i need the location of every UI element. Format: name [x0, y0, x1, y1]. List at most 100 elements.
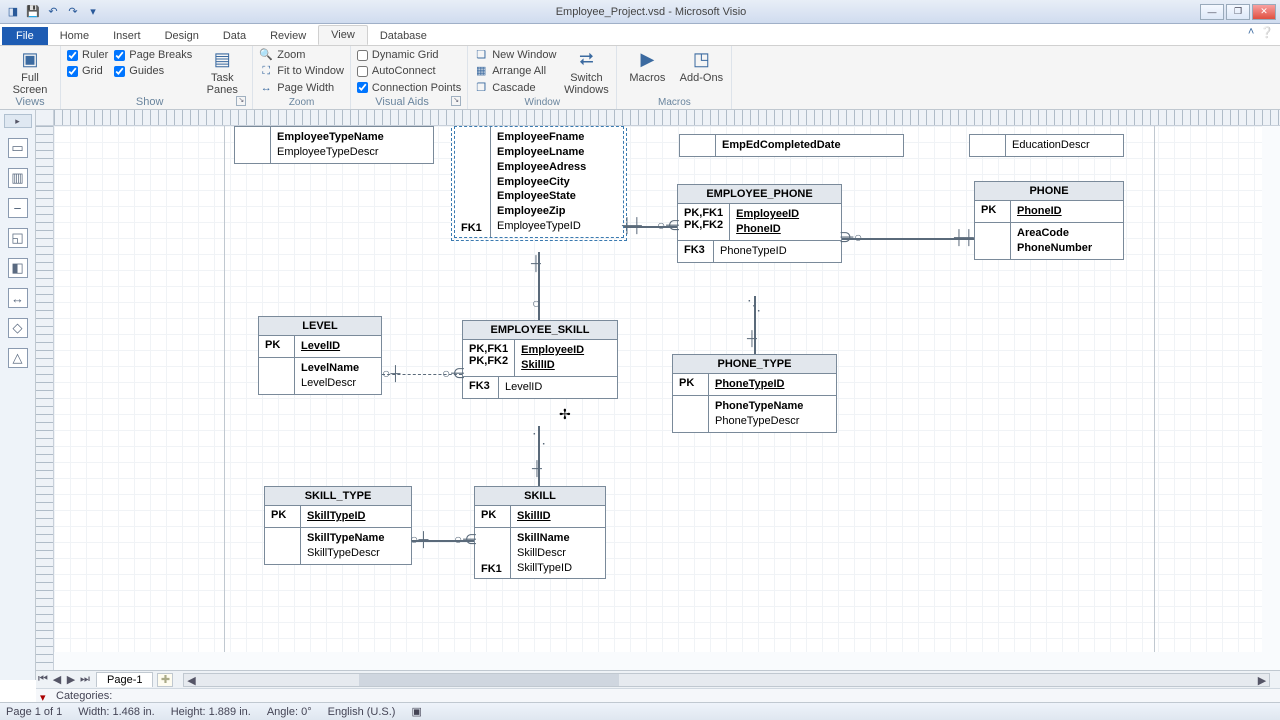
undo-icon[interactable]: ↶ — [44, 3, 62, 21]
field: SkillTypeDescr — [307, 546, 405, 561]
field: EmployeeAdress — [497, 160, 617, 175]
field: EmpEdCompletedDate — [722, 138, 897, 153]
switch-windows-button[interactable]: ⮂Switch Windows — [562, 48, 610, 96]
tab-design[interactable]: Design — [153, 27, 211, 45]
field: LevelDescr — [301, 376, 375, 391]
group-label: Macros — [623, 97, 725, 109]
arrange-icon: ▦ — [474, 64, 488, 78]
key-label: PK,FK2 — [469, 355, 508, 367]
ruler-checkbox[interactable]: Ruler — [67, 48, 108, 62]
drawing-canvas[interactable]: EmployeeTypeName EmployeeTypeDescr FK1 E… — [54, 126, 1262, 652]
entity-skill[interactable]: SKILL PKSkillID FK1 SkillName SkillDescr… — [474, 486, 606, 579]
prev-page-icon[interactable]: ◀ — [50, 673, 64, 687]
page-tab[interactable]: Page-1 — [96, 672, 153, 687]
addons-button[interactable]: ◳Add-Ons — [677, 48, 725, 84]
page-breaks-checkbox[interactable]: Page Breaks — [114, 48, 192, 62]
connection-points-checkbox[interactable]: Connection Points — [357, 81, 461, 95]
field: SkillID — [517, 509, 599, 524]
dynamic-grid-checkbox[interactable]: Dynamic Grid — [357, 48, 461, 62]
field: EducationDescr — [1012, 138, 1117, 153]
help-icons: ˄ ❔ — [1248, 26, 1274, 39]
entity-skill-type[interactable]: SKILL_TYPE PKSkillTypeID SkillTypeName S… — [264, 486, 412, 565]
help-icon[interactable]: ❔ — [1260, 26, 1274, 39]
entity-level[interactable]: LEVEL PKLevelID LevelName LevelDescr — [258, 316, 382, 395]
save-icon[interactable]: 💾 — [24, 3, 42, 21]
field: SkillDescr — [517, 546, 599, 561]
entity-employeetype[interactable]: EmployeeTypeName EmployeeTypeDescr — [234, 126, 434, 164]
tab-home[interactable]: Home — [48, 27, 101, 45]
key-label: FK1 — [481, 563, 502, 575]
stencil-type-icon[interactable]: ◧ — [8, 258, 28, 278]
shapes-panel: ▸ ▭ ▥ ⎯ ◱ ◧ ↔ ◇ △ — [0, 110, 36, 680]
stencil-relationship-icon[interactable]: ↔ — [8, 288, 28, 308]
cascade-button[interactable]: ❐Cascade — [474, 81, 556, 95]
cursor-icon: ✢ — [559, 406, 571, 423]
arrange-all-button[interactable]: ▦Arrange All — [474, 64, 556, 78]
ribbon-minimize-icon[interactable]: ˄ — [1248, 26, 1254, 39]
macros-button[interactable]: ▶Macros — [623, 48, 671, 84]
entity-employee[interactable]: FK1 EmployeeFname EmployeeLname Employee… — [454, 126, 624, 238]
redo-icon[interactable]: ↷ — [64, 3, 82, 21]
field: EmployeeFname — [497, 130, 617, 145]
field: SkillTypeID — [307, 509, 405, 524]
field: SkillTypeID — [517, 561, 599, 576]
qat-dropdown-icon[interactable]: ▾ — [84, 3, 102, 21]
stencil-parent-icon[interactable]: △ — [8, 348, 28, 368]
stencil-category-icon[interactable]: ◇ — [8, 318, 28, 338]
status-language[interactable]: English (U.S.) — [328, 706, 396, 718]
field: EmployeeCity — [497, 175, 617, 190]
close-button[interactable]: ✕ — [1252, 4, 1276, 20]
guides-checkbox[interactable]: Guides — [114, 64, 192, 78]
close-panel-icon[interactable]: ▾ — [40, 691, 50, 701]
vertical-ruler[interactable] — [36, 126, 54, 670]
entity-employee-skill[interactable]: EMPLOYEE_SKILL PK,FK1PK,FK2 EmployeeID S… — [462, 320, 618, 399]
status-bar: Page 1 of 1 Width: 1.468 in. Height: 1.8… — [0, 702, 1280, 720]
entity-employee-phone[interactable]: EMPLOYEE_PHONE PK,FK1PK,FK2 EmployeeID P… — [677, 184, 842, 263]
horizontal-ruler[interactable] — [54, 110, 1280, 126]
page-width-button[interactable]: ↔Page Width — [259, 81, 344, 95]
entity-education[interactable]: EducationDescr — [969, 134, 1124, 157]
entity-title: EMPLOYEE_SKILL — [463, 321, 617, 340]
tab-review[interactable]: Review — [258, 27, 318, 45]
tab-insert[interactable]: Insert — [101, 27, 153, 45]
stencil-entity-icon[interactable]: ▭ — [8, 138, 28, 158]
tab-data[interactable]: Data — [211, 27, 258, 45]
macro-record-icon[interactable]: ▣ — [411, 705, 421, 718]
stencil-attribute-icon[interactable]: ▥ — [8, 168, 28, 188]
dialog-launcher-icon[interactable]: ↘ — [451, 96, 461, 106]
next-page-icon[interactable]: ▶ — [64, 673, 78, 687]
field: PhoneTypeID — [720, 244, 835, 259]
ruler-corner — [36, 110, 54, 126]
horizontal-scrollbar[interactable]: ◀▶ — [183, 673, 1270, 687]
entity-empedcompleted[interactable]: EmpEdCompletedDate — [679, 134, 904, 157]
newwindow-icon: ❏ — [474, 48, 488, 62]
maximize-button[interactable]: ❐ — [1226, 4, 1250, 20]
entity-phone-type[interactable]: PHONE_TYPE PKPhoneTypeID PhoneTypeName P… — [672, 354, 837, 433]
file-tab[interactable]: File — [2, 27, 48, 45]
stencil-view-icon[interactable]: ◱ — [8, 228, 28, 248]
zoom-button[interactable]: 🔍Zoom — [259, 48, 344, 62]
tab-view[interactable]: View — [318, 25, 368, 45]
entity-phone[interactable]: PHONE PKPhoneID AreaCode PhoneNumber — [974, 181, 1124, 260]
scroll-thumb[interactable] — [359, 674, 619, 686]
page-tabs: ⏮ ◀ ▶ ⏭ Page-1 ✚ ◀▶ — [36, 670, 1280, 688]
autoconnect-checkbox[interactable]: AutoConnect — [357, 64, 461, 78]
minimize-button[interactable]: — — [1200, 4, 1224, 20]
ribbon-group-show: Ruler Grid Page Breaks Guides ▤Task Pane… — [61, 46, 253, 109]
new-window-button[interactable]: ❏New Window — [474, 48, 556, 62]
task-panes-button[interactable]: ▤Task Panes — [198, 48, 246, 96]
grid-checkbox[interactable]: Grid — [67, 64, 108, 78]
window-title: Employee_Project.vsd - Microsoft Visio — [102, 6, 1200, 18]
last-page-icon[interactable]: ⏭ — [78, 673, 92, 687]
new-page-button[interactable]: ✚ — [157, 673, 173, 687]
dialog-launcher-icon[interactable]: ↘ — [236, 96, 246, 106]
fit-window-button[interactable]: ⛶Fit to Window — [259, 64, 344, 78]
tab-database[interactable]: Database — [368, 27, 439, 45]
key-label: PK — [265, 506, 301, 527]
first-page-icon[interactable]: ⏮ — [36, 673, 50, 687]
stencil-connector-icon[interactable]: ⎯ — [8, 198, 28, 218]
group-label: Show↘ — [67, 96, 246, 109]
expand-shapes-icon[interactable]: ▸ — [4, 114, 32, 128]
categories-bar: ▾ Categories: — [36, 688, 1280, 702]
full-screen-button[interactable]: ▣Full Screen — [6, 48, 54, 96]
